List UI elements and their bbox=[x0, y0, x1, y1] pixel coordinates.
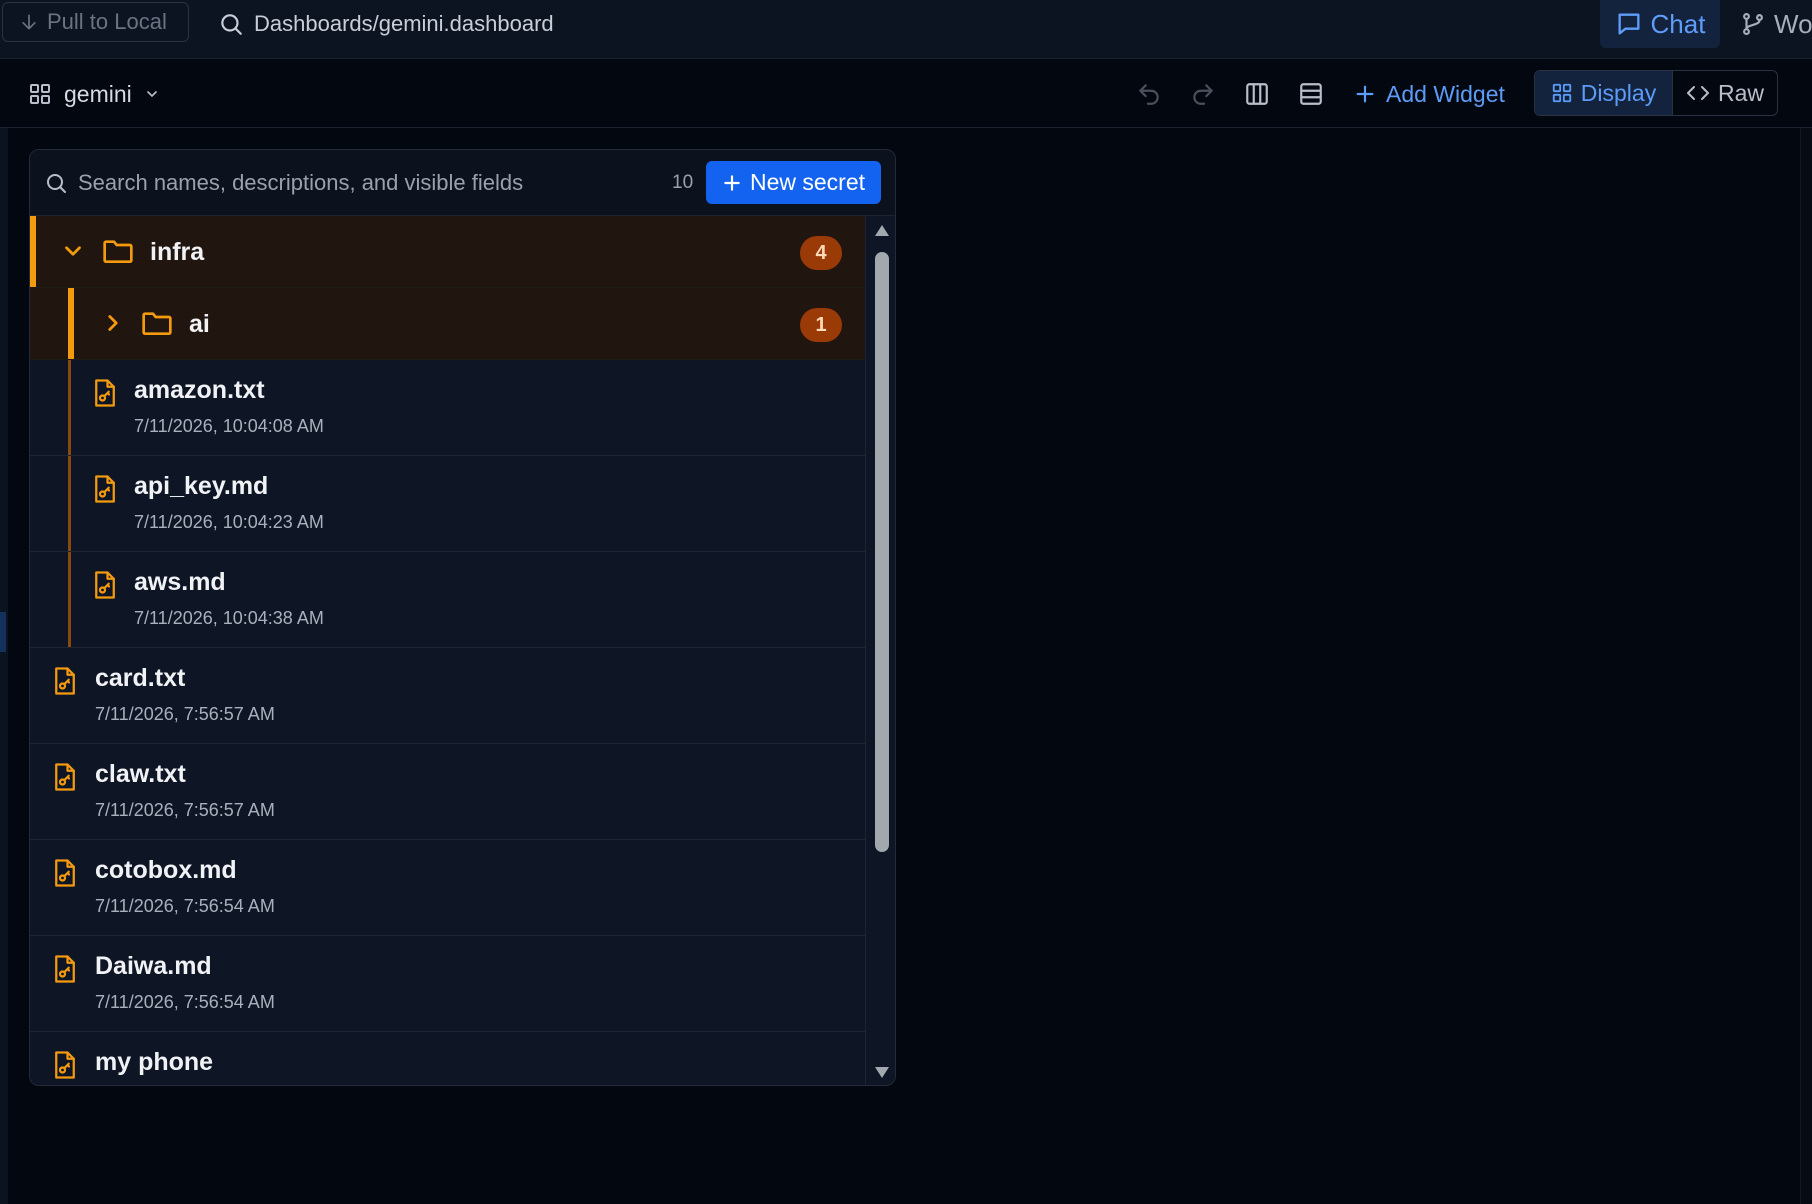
undo-icon[interactable] bbox=[1134, 79, 1164, 109]
file-name: cotobox.md bbox=[95, 856, 237, 884]
folder-name: infra bbox=[150, 238, 205, 266]
file-date: 7/11/2026, 7:56:54 AM bbox=[95, 896, 275, 916]
display-mode-button[interactable]: Display bbox=[1535, 71, 1673, 115]
new-secret-button[interactable]: New secret bbox=[706, 161, 881, 204]
grid-icon bbox=[28, 82, 52, 106]
file-key-icon bbox=[92, 570, 118, 600]
add-widget-button[interactable]: Add Widget bbox=[1354, 74, 1505, 114]
secrets-widget: 10 New secret infra 4 bbox=[29, 149, 896, 1086]
folder-icon bbox=[102, 237, 134, 265]
top-bar: Pull to Local Dashboards/gemini.dashboar… bbox=[0, 0, 1812, 59]
redo-icon[interactable] bbox=[1188, 79, 1218, 109]
file-key-icon bbox=[52, 762, 78, 792]
dashboard-path[interactable]: Dashboards/gemini.dashboard bbox=[218, 6, 554, 42]
chevron-down-icon bbox=[144, 86, 160, 102]
columns-layout-icon[interactable] bbox=[1242, 79, 1272, 109]
secret-row-daiwa-md[interactable]: Daiwa.md 7/11/2026, 7:56:54 AM bbox=[30, 936, 865, 1032]
plus-icon bbox=[1354, 83, 1376, 105]
file-date: 7/11/2026, 7:56:54 AM bbox=[95, 992, 275, 1012]
file-date: 7/11/2026, 7:56:57 AM bbox=[95, 704, 275, 724]
secrets-list: infra 4 ai 1 amazon.txt 7/11/2026, 10:04… bbox=[30, 216, 865, 1085]
left-gutter bbox=[0, 128, 8, 1204]
chevron-down-icon[interactable] bbox=[60, 238, 86, 264]
workflow-button[interactable]: Wo bbox=[1740, 6, 1812, 42]
chat-button[interactable]: Chat bbox=[1600, 0, 1720, 48]
arrow-down-icon bbox=[19, 12, 39, 32]
file-key-icon bbox=[92, 474, 118, 504]
file-key-icon bbox=[92, 378, 118, 408]
git-branch-icon bbox=[1740, 11, 1766, 37]
workflow-label: Wo bbox=[1774, 8, 1812, 39]
secret-row-card-txt[interactable]: card.txt 7/11/2026, 7:56:57 AM bbox=[30, 648, 865, 744]
secrets-search-bar: 10 New secret bbox=[30, 150, 895, 216]
pull-to-local-label: Pull to Local bbox=[47, 9, 167, 34]
plus-icon bbox=[722, 173, 742, 193]
code-icon bbox=[1686, 81, 1710, 105]
file-key-icon bbox=[52, 954, 78, 984]
secret-row-cotobox-md[interactable]: cotobox.md 7/11/2026, 7:56:54 AM bbox=[30, 840, 865, 936]
nesting-line bbox=[68, 360, 71, 455]
file-name: aws.md bbox=[134, 568, 226, 596]
secrets-scrollbar[interactable] bbox=[865, 216, 895, 1085]
raw-mode-button[interactable]: Raw bbox=[1673, 71, 1777, 115]
chevron-right-icon[interactable] bbox=[100, 310, 126, 336]
file-name: my phone bbox=[95, 1048, 214, 1076]
add-widget-label: Add Widget bbox=[1386, 80, 1505, 107]
raw-mode-label: Raw bbox=[1717, 79, 1764, 106]
folder-accent-bar bbox=[68, 288, 74, 359]
folder-name: ai bbox=[189, 310, 210, 338]
chat-label: Chat bbox=[1650, 8, 1706, 39]
file-key-icon bbox=[52, 1050, 78, 1080]
dashboard-selector[interactable]: gemini bbox=[28, 74, 160, 114]
file-date: 7/11/2026, 7:56:57 AM bbox=[95, 800, 275, 820]
nesting-line bbox=[68, 552, 71, 647]
pull-to-local-button[interactable]: Pull to Local bbox=[2, 2, 189, 42]
file-date: 7/11/2026, 10:04:08 AM bbox=[134, 416, 324, 436]
chat-bubble-icon bbox=[1615, 10, 1643, 38]
file-date: 7/11/2026, 10:04:38 AM bbox=[134, 608, 324, 628]
right-gutter bbox=[1800, 128, 1812, 1204]
left-gutter-marker bbox=[0, 612, 6, 652]
file-key-icon bbox=[52, 666, 78, 696]
file-name: api_key.md bbox=[134, 472, 269, 500]
dashboard-name: gemini bbox=[64, 80, 132, 107]
search-icon bbox=[218, 11, 244, 37]
dashboard-toolbar: gemini Add Widget Display Raw bbox=[0, 60, 1812, 128]
secret-row-amazon-txt[interactable]: amazon.txt 7/11/2026, 10:04:08 AM bbox=[30, 360, 865, 456]
file-key-icon bbox=[52, 858, 78, 888]
file-name: amazon.txt bbox=[134, 376, 265, 404]
secrets-search-input[interactable] bbox=[78, 164, 638, 202]
file-name: claw.txt bbox=[95, 760, 186, 788]
secret-row-api-key-md[interactable]: api_key.md 7/11/2026, 10:04:23 AM bbox=[30, 456, 865, 552]
display-mode-label: Display bbox=[1580, 79, 1657, 106]
search-icon bbox=[44, 171, 68, 195]
dashboard-path-label: Dashboards/gemini.dashboard bbox=[254, 11, 554, 36]
secret-count: 10 bbox=[672, 172, 694, 193]
secret-row-my-phone[interactable]: my phone bbox=[30, 1032, 865, 1085]
secret-row-claw-txt[interactable]: claw.txt 7/11/2026, 7:56:57 AM bbox=[30, 744, 865, 840]
view-mode-toggle: Display Raw bbox=[1534, 70, 1778, 116]
new-secret-label: New secret bbox=[749, 169, 866, 195]
folder-icon bbox=[141, 309, 173, 337]
grid-icon bbox=[1551, 82, 1573, 104]
folder-count-badge: 1 bbox=[800, 308, 842, 342]
file-name: Daiwa.md bbox=[95, 952, 212, 980]
scroll-up-icon[interactable] bbox=[874, 224, 890, 238]
file-date: 7/11/2026, 10:04:23 AM bbox=[134, 512, 324, 532]
file-name: card.txt bbox=[95, 664, 186, 692]
nesting-line bbox=[68, 456, 71, 551]
folder-row-ai[interactable]: ai 1 bbox=[30, 288, 865, 360]
scroll-down-icon[interactable] bbox=[874, 1065, 890, 1079]
folder-row-infra[interactable]: infra 4 bbox=[30, 216, 865, 288]
scrollbar-thumb[interactable] bbox=[875, 252, 889, 852]
folder-count-badge: 4 bbox=[800, 236, 842, 270]
rows-layout-icon[interactable] bbox=[1296, 79, 1326, 109]
secret-row-aws-md[interactable]: aws.md 7/11/2026, 10:04:38 AM bbox=[30, 552, 865, 648]
folder-accent-bar bbox=[30, 216, 36, 287]
